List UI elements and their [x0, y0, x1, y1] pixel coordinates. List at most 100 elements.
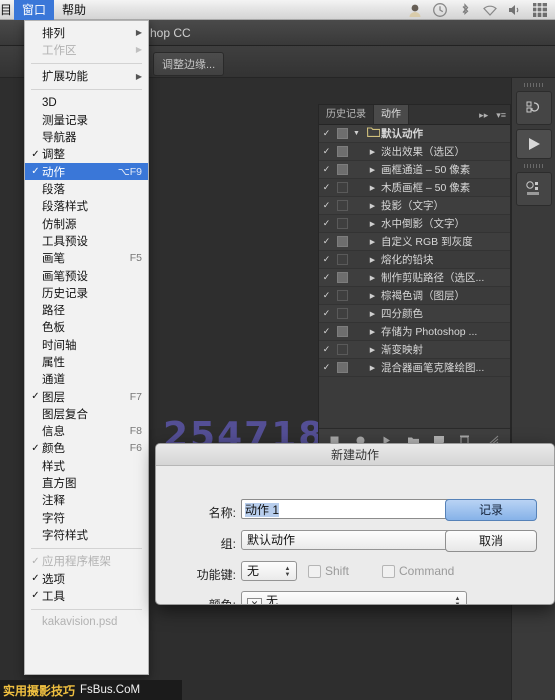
window-menu-item[interactable]: 画笔F5	[25, 250, 148, 267]
disclosure-triangle-icon[interactable]: ▶	[364, 346, 381, 354]
window-menu-item[interactable]: 样式	[25, 457, 148, 474]
disclosure-triangle-icon[interactable]: ▶	[364, 328, 381, 336]
action-toggle-checkbox[interactable]: ✓	[319, 308, 334, 319]
window-menu-item[interactable]: 通道	[25, 371, 148, 388]
action-toggle-checkbox[interactable]: ✓	[319, 200, 334, 211]
refine-edge-button[interactable]: 调整边缘...	[153, 52, 224, 76]
window-menu-item[interactable]: 属性	[25, 353, 148, 370]
action-row[interactable]: ✓▶棕褐色调（图层）	[319, 287, 510, 305]
command-checkbox-box[interactable]	[382, 565, 395, 578]
window-menu-item[interactable]: 直方图	[25, 474, 148, 491]
menu-item-window[interactable]: 窗口	[14, 0, 54, 20]
action-toggle-checkbox[interactable]: ✓	[319, 344, 334, 355]
disclosure-triangle-icon[interactable]: ▶	[364, 166, 381, 174]
action-toggle-checkbox[interactable]: ✓	[319, 326, 334, 337]
window-menu-item[interactable]: ✓工具	[25, 587, 148, 604]
action-toggle-checkbox[interactable]: ✓	[319, 218, 334, 229]
color-select[interactable]: ✕无 ▲▼	[241, 591, 467, 605]
tab-actions[interactable]: 动作	[374, 105, 409, 124]
window-menu-item[interactable]: 仿制源	[25, 215, 148, 232]
menu-item-clipped[interactable]: 目	[0, 0, 14, 20]
window-menu-item[interactable]: 注释	[25, 492, 148, 509]
action-dialog-toggle-icon[interactable]	[337, 254, 348, 265]
disclosure-triangle-icon[interactable]: ▶	[364, 238, 381, 246]
action-toggle-checkbox[interactable]: ✓	[319, 146, 334, 157]
new-action-dialog[interactable]: 新建动作 名称: 动作 1 组: 默认动作 ▲▼ 功能键: 无 ▲▼ Shift…	[155, 443, 555, 605]
window-menu-item[interactable]: 3D	[25, 94, 148, 111]
disclosure-triangle-icon[interactable]: ▶	[364, 202, 381, 210]
window-menu-item[interactable]: 字符	[25, 509, 148, 526]
action-row[interactable]: ✓▶自定义 RGB 到灰度	[319, 233, 510, 251]
action-dialog-toggle-icon[interactable]	[337, 236, 348, 247]
action-row[interactable]: ✓▶投影（文字）	[319, 197, 510, 215]
window-menu-item[interactable]: 历史记录	[25, 284, 148, 301]
window-menu-item[interactable]: 画笔预设	[25, 267, 148, 284]
window-menu-item[interactable]: 路径	[25, 301, 148, 318]
disclosure-triangle-icon[interactable]: ▶	[364, 364, 381, 372]
action-row[interactable]: ✓▶水中倒影（文字）	[319, 215, 510, 233]
action-toggle-checkbox[interactable]: ✓	[319, 272, 334, 283]
dock-grip-2[interactable]	[524, 164, 544, 168]
bluetooth-icon[interactable]	[457, 2, 473, 18]
window-menu-item[interactable]: 图层复合	[25, 405, 148, 422]
window-menu-item[interactable]: 段落样式	[25, 198, 148, 215]
action-toggle-checkbox[interactable]: ✓	[319, 128, 334, 139]
actions-panel[interactable]: 历史记录 动作 ▸▸ ▾≡ ✓▼默认动作✓▶淡出效果（选区）✓▶画框通道 – 5…	[318, 104, 511, 451]
play-action-icon[interactable]	[516, 129, 552, 159]
window-menu-item[interactable]: 段落	[25, 180, 148, 197]
menu-bar-status-area[interactable]	[407, 2, 555, 18]
window-menu-item[interactable]: 排列▶	[25, 24, 148, 41]
action-dialog-toggle-icon[interactable]	[337, 326, 348, 337]
window-menu-item[interactable]: 时间轴	[25, 336, 148, 353]
window-menu-item[interactable]: 导航器	[25, 128, 148, 145]
action-row[interactable]: ✓▶四分颜色	[319, 305, 510, 323]
action-toggle-checkbox[interactable]: ✓	[319, 290, 334, 301]
action-row[interactable]: ✓▶淡出效果（选区）	[319, 143, 510, 161]
disclosure-triangle-icon[interactable]: ▼	[348, 130, 365, 137]
action-toggle-checkbox[interactable]: ✓	[319, 236, 334, 247]
actions-list[interactable]: ✓▼默认动作✓▶淡出效果（选区）✓▶画框通道 – 50 像素✓▶木质画框 – 5…	[319, 125, 510, 428]
wifi-icon[interactable]	[482, 2, 498, 18]
user-account-icon[interactable]	[407, 2, 423, 18]
window-menu-item[interactable]: ✓调整	[25, 146, 148, 163]
double-chevron-right-icon[interactable]: ▸▸	[475, 105, 492, 124]
disclosure-triangle-icon[interactable]: ▶	[364, 310, 381, 318]
menu-item-help[interactable]: 帮助	[54, 0, 94, 20]
command-checkbox[interactable]: Command	[382, 564, 454, 578]
action-dialog-toggle-icon[interactable]	[337, 182, 348, 193]
action-set-select[interactable]: 默认动作 ▲▼	[241, 530, 467, 550]
window-menu-item[interactable]: ✓图层F7	[25, 388, 148, 405]
action-toggle-checkbox[interactable]: ✓	[319, 254, 334, 265]
action-row[interactable]: ✓▶混合器画笔克隆绘图...	[319, 359, 510, 377]
actions-panel-tab-strip[interactable]: 历史记录 动作 ▸▸ ▾≡	[319, 105, 510, 125]
action-dialog-toggle-icon[interactable]	[337, 128, 348, 139]
cancel-button[interactable]: 取消	[445, 530, 537, 552]
action-toggle-checkbox[interactable]: ✓	[319, 182, 334, 193]
disclosure-triangle-icon[interactable]: ▶	[364, 292, 381, 300]
properties-panel-icon[interactable]	[516, 172, 552, 206]
tab-history[interactable]: 历史记录	[319, 105, 374, 124]
action-dialog-toggle-icon[interactable]	[337, 146, 348, 157]
action-row[interactable]: ✓▶木质画框 – 50 像素	[319, 179, 510, 197]
dock-grip[interactable]	[524, 83, 544, 87]
disclosure-triangle-icon[interactable]: ▶	[364, 220, 381, 228]
window-menu-item[interactable]: 扩展功能▶	[25, 68, 148, 85]
shift-checkbox-box[interactable]	[308, 565, 321, 578]
function-key-select[interactable]: 无 ▲▼	[241, 561, 297, 581]
record-button[interactable]: 记录	[445, 499, 537, 521]
collapsed-panel-dock[interactable]	[511, 78, 555, 700]
action-dialog-toggle-icon[interactable]	[337, 362, 348, 373]
input-source-icon[interactable]	[532, 2, 548, 18]
action-dialog-toggle-icon[interactable]	[337, 218, 348, 229]
action-dialog-toggle-icon[interactable]	[337, 344, 348, 355]
window-menu-item[interactable]: 测量记录	[25, 111, 148, 128]
action-name-input[interactable]: 动作 1	[241, 499, 467, 519]
action-dialog-toggle-icon[interactable]	[337, 308, 348, 319]
action-toggle-checkbox[interactable]: ✓	[319, 362, 334, 373]
window-menu-item[interactable]: 工具预设	[25, 232, 148, 249]
action-row[interactable]: ✓▶制作剪贴路径（选区...	[319, 269, 510, 287]
history-panel-icon[interactable]	[516, 91, 552, 125]
window-menu-item[interactable]: 字符样式	[25, 526, 148, 543]
action-dialog-toggle-icon[interactable]	[337, 164, 348, 175]
panel-menu-icon[interactable]: ▾≡	[492, 105, 510, 124]
